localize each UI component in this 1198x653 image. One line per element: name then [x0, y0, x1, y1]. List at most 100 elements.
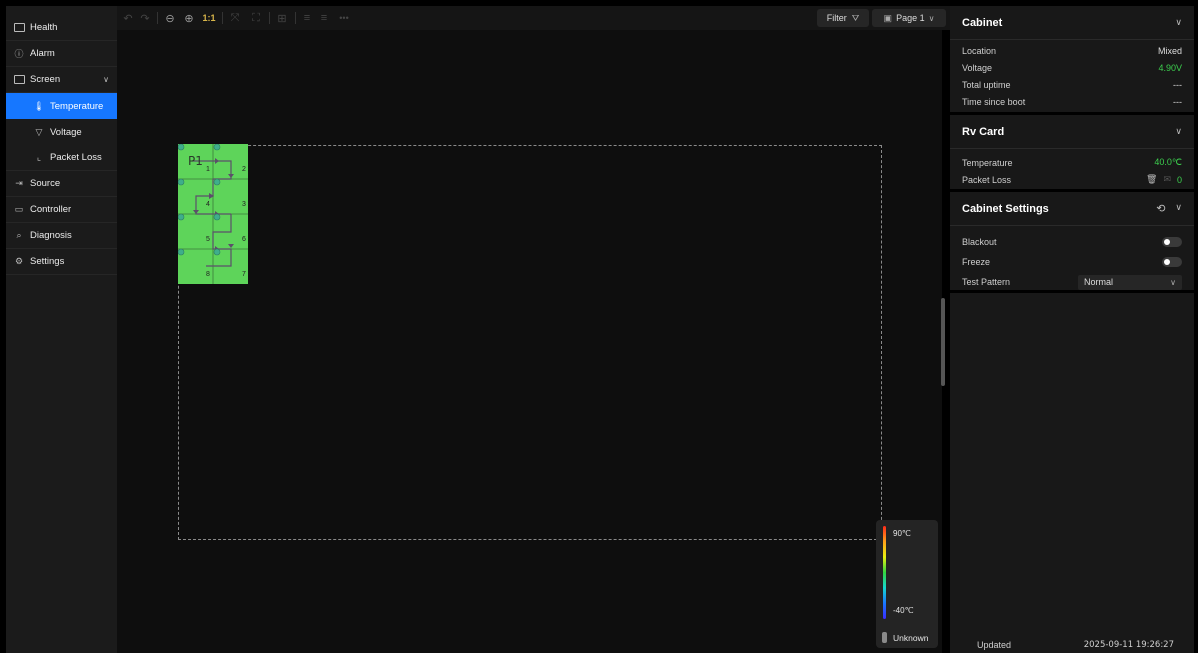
controller-icon: ▭	[14, 204, 24, 214]
chart-icon[interactable]: ✉︎	[1163, 174, 1171, 185]
align-center-icon[interactable]: ≡	[317, 9, 331, 27]
page-select[interactable]: ▣ Page 1 ∨	[872, 9, 946, 27]
sidebar-item-label: Temperature	[50, 100, 104, 112]
properties-panel: Cabinet ∨ Location Mixed Voltage 4.90V T…	[950, 6, 1194, 653]
blackout-toggle[interactable]	[1162, 237, 1182, 247]
rv-card-header[interactable]: Rv Card ∨	[950, 115, 1194, 149]
sidebar-item-alarm[interactable]: ⓘ Alarm	[6, 41, 117, 67]
zoom-reset-button[interactable]: 1:1	[200, 9, 218, 27]
sidebar-item-diagnosis[interactable]: ⌕ Diagnosis	[6, 223, 117, 249]
reset-icon[interactable]: ⟲	[1156, 202, 1165, 215]
zoom-out-icon[interactable]: ⊖	[162, 9, 178, 27]
cabinet-card: Cabinet ∨ Location Mixed Voltage 4.90V T…	[950, 6, 1194, 112]
info-row: Location Mixed	[950, 42, 1194, 59]
port-label: 7	[242, 271, 246, 278]
fullscreen-icon[interactable]: ⛶	[248, 9, 264, 27]
info-row: Time since boot ---	[950, 93, 1194, 110]
row-label: Blackout	[962, 237, 997, 247]
row-value: 4.90V	[1158, 62, 1182, 73]
port-label: 8	[206, 271, 210, 278]
row-label: Location	[962, 45, 997, 56]
vertical-scrollbar[interactable]	[941, 298, 945, 386]
sidebar-item-controller[interactable]: ▭ Controller	[6, 197, 117, 223]
row-label: Temperature	[962, 157, 1013, 168]
diagnosis-icon: ⌕	[16, 230, 22, 240]
sidebar-item-source[interactable]: ⇥ Source	[6, 171, 117, 197]
legend-unknown: Unknown	[893, 633, 929, 643]
row-value: ---	[1173, 96, 1182, 107]
chevron-down-icon[interactable]: ∨	[1175, 17, 1182, 28]
port-label: 5	[206, 236, 210, 243]
source-icon: ⇥	[15, 178, 23, 188]
select-value: Normal	[1084, 277, 1114, 287]
fit-icon[interactable]: ⤧	[227, 9, 243, 27]
settings-icon: ⚙︎	[14, 256, 24, 266]
row-value: Mixed	[1157, 45, 1182, 56]
port-label: 1	[206, 166, 210, 173]
more-icon[interactable]: •••	[335, 9, 353, 27]
temperature-gradient-bar	[883, 526, 886, 619]
updated-value: 2025-09-11 19:26:27	[1083, 639, 1174, 650]
panel-filler	[950, 293, 1194, 636]
port-label: 6	[242, 236, 246, 243]
port-label: 2	[242, 166, 246, 173]
chevron-down-icon: ∨	[928, 13, 935, 23]
legend-min: -40℃	[893, 606, 914, 615]
sidebar-item-settings[interactable]: ⚙︎ Settings	[6, 249, 117, 275]
sidebar-item-label: Health	[30, 22, 58, 33]
clear-icon[interactable]: 🗑︎	[1146, 174, 1157, 185]
row-label: Freeze	[962, 257, 991, 267]
screen-canvas[interactable]: P1 1 2 3 4 5 6 7 8 90℃ -40℃ Unknown	[117, 30, 945, 653]
setting-row: Test Pattern Normal ∨	[950, 272, 1194, 292]
chevron-down-icon[interactable]: ∨	[1175, 202, 1182, 215]
sidebar-item-packet-loss[interactable]: ⌞ Packet Loss	[6, 145, 117, 171]
voltage-icon: ▽	[35, 126, 43, 137]
canvas-toolbar: ↶ ↷ ⊖ ⊕ 1:1 ⤧ ⛶ ⊞ ≡ ≡ ••• Filter ⛛ ▣ Pag…	[117, 6, 950, 30]
zoom-in-icon[interactable]: ⊕	[181, 9, 197, 27]
sidebar-item-temperature[interactable]: 🌡︎ Temperature	[6, 93, 117, 119]
legend-max: 90℃	[893, 529, 911, 538]
sidebar-item-health[interactable]: Health	[6, 15, 117, 41]
info-row: Temperature 40.0℃	[950, 154, 1194, 171]
page-icon: ▣	[883, 12, 893, 23]
info-row: Total uptime ---	[950, 76, 1194, 93]
rv-card: Rv Card ∨ Temperature 40.0℃ Packet Loss …	[950, 115, 1194, 189]
port-label: 3	[242, 201, 246, 208]
port-label: 4	[206, 201, 210, 208]
align-left-icon[interactable]: ≡	[300, 9, 314, 27]
sidebar-item-label: Packet Loss	[50, 152, 102, 163]
row-value: ---	[1173, 79, 1182, 90]
module-label: P1	[188, 154, 203, 168]
cabinet-module[interactable]: P1 1 2 3 4 5 6 7 8	[178, 144, 248, 284]
test-pattern-select[interactable]: Normal ∨	[1078, 274, 1182, 290]
cabinet-settings-card: Cabinet Settings ⟲ ∨ Blackout Freeze Tes…	[950, 192, 1194, 290]
toolbar-divider	[157, 12, 158, 24]
sidebar-item-screen[interactable]: Screen ∨	[6, 67, 117, 93]
thermometer-icon: 🌡︎	[33, 100, 45, 111]
sidebar-item-label: Diagnosis	[30, 230, 72, 241]
undo-icon[interactable]: ↶	[121, 9, 135, 27]
row-label: Voltage	[962, 62, 993, 73]
filter-button[interactable]: Filter ⛛	[817, 9, 869, 27]
info-row: Packet Loss 🗑︎ ✉︎ 0	[950, 171, 1194, 188]
chevron-down-icon[interactable]: ∨	[1175, 126, 1182, 137]
grid-icon[interactable]: ⊞	[274, 9, 290, 27]
card-title: Cabinet	[962, 16, 1003, 29]
info-row: Voltage 4.90V	[950, 59, 1194, 76]
chevron-down-icon: ∨	[103, 75, 109, 84]
row-label: Test Pattern	[962, 277, 1011, 287]
cabinet-settings-header[interactable]: Cabinet Settings ⟲ ∨	[950, 192, 1194, 226]
temperature-legend: 90℃ -40℃ Unknown	[876, 520, 938, 648]
cabinet-card-header[interactable]: Cabinet ∨	[950, 6, 1194, 40]
updated-label: Updated	[977, 639, 1012, 650]
sidebar-item-label: Settings	[30, 256, 65, 267]
redo-icon[interactable]: ↷	[138, 9, 152, 27]
card-title: Rv Card	[962, 125, 1005, 138]
screen-icon	[12, 75, 26, 84]
sidebar-item-voltage[interactable]: ▽ Voltage	[6, 119, 117, 145]
setting-row: Freeze	[950, 252, 1194, 272]
freeze-toggle[interactable]	[1162, 257, 1182, 267]
updated-footer: Updated 2025-09-11 19:26:27	[950, 636, 1194, 653]
alarm-icon: ⓘ	[14, 49, 24, 59]
screen-boundary	[178, 145, 882, 540]
